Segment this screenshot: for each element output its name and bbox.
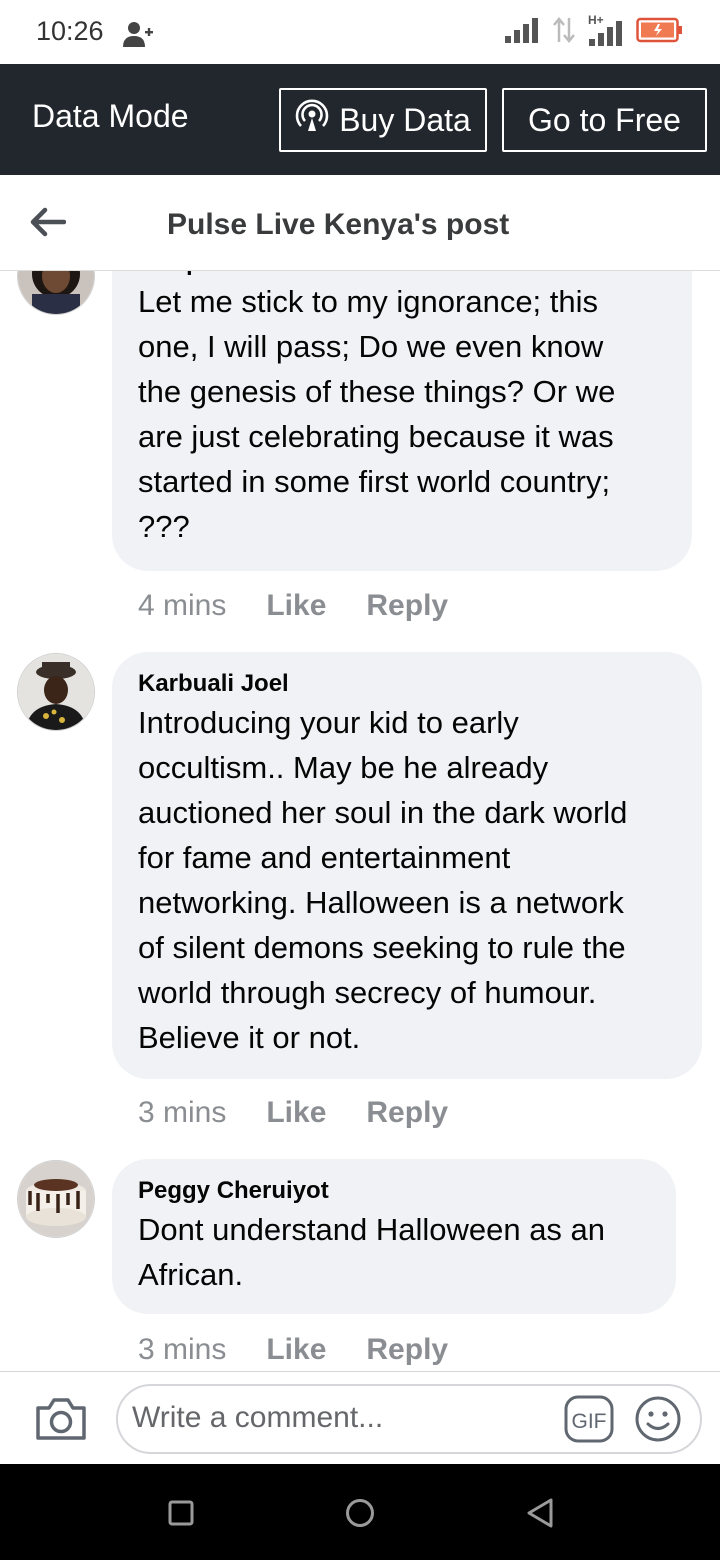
svg-text:GIF: GIF (572, 1410, 607, 1433)
camera-icon[interactable] (34, 1396, 88, 1447)
comment-actions: 3 mins Like Reply (138, 1333, 448, 1367)
comment-bubble: Karbuali Joel Introducing your kid to ea… (112, 652, 702, 1079)
emoji-icon[interactable] (634, 1395, 682, 1448)
avatar[interactable] (17, 271, 95, 315)
battery-icon (636, 17, 684, 48)
signal-hplus-icon: H+ (588, 13, 624, 47)
add-user-icon (122, 20, 154, 53)
comment-time: 4 mins (138, 589, 227, 622)
comment-author[interactable]: Jacqueline Limo (138, 271, 666, 279)
go-to-free-button[interactable]: Go to Free (502, 88, 707, 152)
comment-time: 3 mins (138, 1096, 227, 1129)
comment-author[interactable]: Peggy Cheruiyot (138, 1175, 650, 1207)
comment-text: Let me stick to my ignorance; this one, … (138, 284, 616, 544)
status-time: 10:26 (36, 16, 104, 46)
buy-data-label: Buy Data (339, 101, 471, 138)
like-button[interactable]: Like (266, 1333, 326, 1367)
post-header: Pulse Live Kenya's post (0, 175, 720, 271)
buy-data-button[interactable]: Buy Data (279, 88, 487, 152)
back-arrow-icon[interactable] (28, 205, 67, 244)
reply-button[interactable]: Reply (366, 589, 448, 623)
like-button[interactable]: Like (266, 589, 326, 623)
comment-author[interactable]: Karbuali Joel (138, 668, 676, 700)
broadcast-icon (295, 99, 329, 141)
comment-actions: 4 mins Like Reply (138, 589, 448, 623)
comment-actions: 3 mins Like Reply (138, 1096, 448, 1130)
reply-button[interactable]: Reply (366, 1096, 448, 1130)
comment-text: Introducing your kid to early occultism.… (138, 705, 628, 1055)
data-mode-title: Data Mode (32, 98, 189, 134)
go-to-free-label: Go to Free (528, 101, 681, 138)
data-transfer-icon (552, 16, 576, 49)
like-button[interactable]: Like (266, 1096, 326, 1130)
comment-input[interactable]: Write a comment... GIF (116, 1384, 702, 1454)
comments-list: Jacqueline Limo Let me stick to my ignor… (0, 271, 720, 1371)
status-bar: 10:26 H+ (0, 0, 720, 64)
data-mode-bar: Data Mode Buy Data Go to Free (0, 64, 720, 175)
avatar[interactable] (17, 1160, 95, 1238)
comment-bubble: Peggy Cheruiyot Dont understand Hallowee… (112, 1159, 676, 1314)
reply-button[interactable]: Reply (366, 1333, 448, 1367)
back-triangle-icon[interactable] (525, 1497, 555, 1534)
comment-input-placeholder: Write a comment... (132, 1401, 384, 1434)
system-nav-bar (0, 1464, 720, 1560)
page-title: Pulse Live Kenya's post (167, 208, 510, 241)
gif-button[interactable]: GIF (564, 1395, 614, 1448)
comment-bubble: Jacqueline Limo Let me stick to my ignor… (112, 271, 692, 571)
comment-composer: Write a comment... GIF (0, 1371, 720, 1464)
recent-apps-icon[interactable] (168, 1500, 194, 1531)
home-icon[interactable] (345, 1498, 375, 1533)
avatar[interactable] (17, 653, 95, 731)
comment-text: Dont understand Halloween as an African. (138, 1212, 606, 1292)
signal-icon (504, 16, 540, 49)
comment-time: 3 mins (138, 1333, 227, 1366)
